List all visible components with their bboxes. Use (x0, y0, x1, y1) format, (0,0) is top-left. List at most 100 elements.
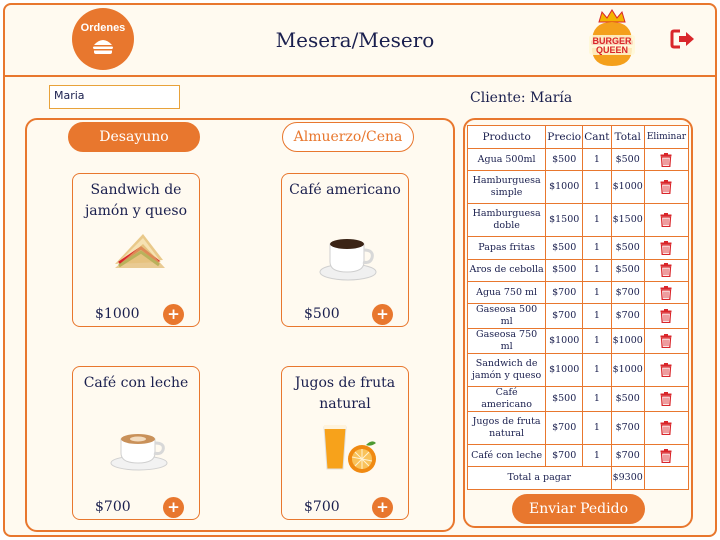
menu-item-card[interactable]: Café americano $500 + (281, 173, 409, 327)
total-value: $9300 (610, 466, 645, 490)
order-qty: 1 (582, 328, 612, 355)
menu-item-name: Café americano (289, 182, 401, 198)
total-spacer (643, 466, 690, 490)
menu-item-card[interactable]: Jugos de fruta natural $700 + (281, 366, 409, 520)
client-label: Cliente: María (470, 90, 573, 106)
order-price: $1000 (545, 328, 584, 355)
menu-item-card[interactable]: Sandwich de jamón y queso $1000 + (72, 173, 200, 327)
orders-button[interactable]: Ordenes (72, 8, 134, 70)
client-name-input[interactable]: Maria (49, 85, 180, 109)
order-qty: 1 (582, 444, 612, 468)
order-total: $700 (610, 444, 645, 468)
order-product: Agua 500ml (466, 147, 547, 172)
menu-item-name: Sandwich de jamón y queso (84, 182, 188, 219)
order-product: Hamburguesa simple (466, 170, 547, 205)
coffee-cup-icon (319, 239, 377, 281)
order-total: $1000 (610, 328, 645, 355)
order-price: $1000 (545, 353, 584, 388)
order-total: $500 (610, 386, 645, 413)
order-product: Gaseosa 500 ml (466, 303, 547, 330)
total-label: Total a pagar (467, 466, 612, 490)
add-item-button[interactable]: + (163, 304, 184, 325)
order-price: $500 (545, 147, 584, 172)
order-row: Sandwich de jamón y queso $1000 1 $1000 (466, 353, 690, 388)
order-qty: 1 (582, 203, 612, 238)
order-price: $700 (545, 303, 584, 330)
menu-item-price: $700 (95, 499, 131, 515)
trash-icon[interactable] (660, 240, 672, 255)
burger-queen-logo: BURGER QUEEN (589, 9, 635, 66)
order-product: Sandwich de jamón y queso (466, 353, 547, 388)
order-product: Gaseosa 750 ml (466, 328, 547, 355)
order-total: $500 (610, 258, 645, 282)
order-product: Café con leche (466, 444, 547, 468)
orange-juice-icon (323, 425, 376, 473)
page-title: Mesera/Mesero (275, 28, 435, 52)
send-order-button[interactable]: Enviar Pedido (512, 494, 645, 524)
col-header-delete: Eliminar (643, 125, 690, 149)
delete-cell (643, 328, 690, 355)
add-item-button[interactable]: + (372, 497, 393, 518)
latte-icon (110, 434, 168, 471)
order-qty: 1 (582, 170, 612, 205)
tab-lunch-dinner[interactable]: Almuerzo/Cena (282, 122, 414, 152)
trash-icon[interactable] (660, 334, 672, 349)
logout-icon[interactable] (670, 28, 696, 50)
order-qty: 1 (582, 236, 612, 260)
delete-cell (643, 258, 690, 282)
order-price: $700 (545, 444, 584, 468)
delete-cell (643, 386, 690, 413)
trash-icon[interactable] (660, 363, 672, 378)
trash-icon[interactable] (660, 263, 672, 278)
col-header-product: Producto (466, 125, 547, 149)
trash-icon[interactable] (660, 421, 672, 436)
menu-item-price: $1000 (95, 306, 140, 322)
trash-icon[interactable] (660, 213, 672, 228)
order-total: $1500 (610, 203, 645, 238)
order-price: $500 (545, 236, 584, 260)
menu-item-card[interactable]: Café con leche $700 + (72, 366, 200, 520)
order-row: Hamburguesa simple $1000 1 $1000 (466, 170, 690, 205)
order-row: Gaseosa 750 ml $1000 1 $1000 (466, 328, 690, 355)
order-qty: 1 (582, 147, 612, 172)
order-table: Producto Precio Cant Total Eliminar Agua… (466, 125, 690, 490)
delete-cell (643, 444, 690, 468)
trash-icon[interactable] (660, 309, 672, 324)
delete-cell (643, 411, 690, 446)
order-row: Café americano $500 1 $500 (466, 386, 690, 413)
orders-label: Ordenes (80, 22, 126, 34)
trash-icon[interactable] (660, 180, 672, 195)
order-row: Hamburguesa doble $1500 1 $1500 (466, 203, 690, 238)
add-item-button[interactable]: + (372, 304, 393, 325)
col-header-qty: Cant (582, 125, 612, 149)
order-product: Jugos de fruta natural (466, 411, 547, 446)
order-product: Aros de cebolla (466, 258, 547, 282)
svg-text:QUEEN: QUEEN (596, 45, 628, 55)
trash-icon[interactable] (660, 285, 672, 300)
order-total-row: Total a pagar $9300 (467, 466, 690, 490)
col-header-price: Precio (545, 125, 584, 149)
delete-cell (643, 353, 690, 388)
menu-item-name: Café con leche (83, 375, 189, 391)
order-row: Café con leche $700 1 $700 (466, 444, 690, 468)
burger-icon (93, 40, 113, 54)
order-product: Agua 750 ml (466, 280, 547, 305)
order-row: Jugos de fruta natural $700 1 $700 (466, 411, 690, 446)
tab-breakfast[interactable]: Desayuno (68, 122, 200, 152)
add-item-button[interactable]: + (163, 497, 184, 518)
order-price: $500 (545, 386, 584, 413)
order-row: Aros de cebolla $500 1 $500 (466, 258, 690, 282)
order-qty: 1 (582, 411, 612, 446)
order-row: Agua 750 ml $700 1 $700 (466, 280, 690, 305)
col-header-total: Total (610, 125, 645, 149)
delete-cell (643, 303, 690, 330)
trash-icon[interactable] (660, 392, 672, 407)
order-product: Papas fritas (466, 236, 547, 260)
delete-cell (643, 147, 690, 172)
order-total: $700 (610, 411, 645, 446)
trash-icon[interactable] (660, 152, 672, 167)
menu-item-price: $700 (304, 499, 340, 515)
trash-icon[interactable] (660, 448, 672, 463)
order-qty: 1 (582, 280, 612, 305)
delete-cell (643, 203, 690, 238)
